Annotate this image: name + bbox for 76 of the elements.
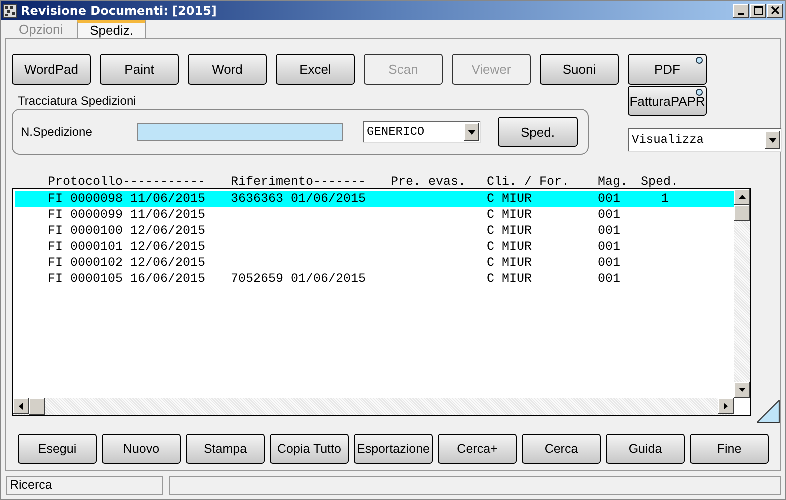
list-cell-text: FI 0000105 16/06/2015 [48,271,207,287]
action-button[interactable]: Guida [606,434,685,464]
list-cell-text: 7052659 01/06/2015 [231,271,368,287]
fattura-button[interactable]: FatturaPAPR [628,86,707,116]
list-row[interactable]: FI 0000105 16/06/2015 7052659 01/06/2015 C MIUR 001 [15,271,734,287]
list-row[interactable]: FI 0000101 12/06/2015 C MIUR 001 [15,239,734,255]
window-title: Revisione Documenti: [2015] [21,4,217,18]
list-cell-text: 001 [598,207,622,223]
sped-button[interactable]: Sped. [498,117,578,147]
maximize-button[interactable] [750,4,766,18]
scroll-thumb[interactable] [29,398,45,415]
status-text: Ricerca [6,476,163,495]
view-dropdown[interactable]: Visualizza [628,128,782,152]
list-row[interactable]: FI 0000098 11/06/2015 3636363 01/06/2015 C MIUR 001 1 [15,191,734,207]
toolbar-button[interactable]: Excel [276,54,355,85]
dropdown[interactable]: GENERICO [363,121,481,143]
column-header: Mag. [598,174,630,188]
list-cell-text: 3636363 01/06/2015 [231,191,368,207]
close-button[interactable] [767,4,783,18]
column-header: Riferimento------- [231,174,368,188]
list-row[interactable]: FI 0000100 12/06/2015 C MIUR 001 [15,223,734,239]
action-button[interactable]: Copia Tutto [270,434,349,464]
action-button[interactable]: Cerca+ [438,434,517,464]
up-arrow-icon [738,195,746,199]
tab[interactable]: Spediz. [77,20,146,38]
list-cell-text: 001 [598,255,622,271]
down-arrow-icon [738,388,746,392]
resize-corner-icon[interactable] [757,400,780,423]
list-cell-text: FI 0000101 12/06/2015 [48,239,207,255]
column-header: Cli. / For. [487,174,571,188]
left-arrow-icon [19,402,23,410]
list-cell-text: 1 [660,191,670,207]
caret-icon [468,130,476,134]
list-cell-text: C MIUR [487,239,534,255]
list-cell-text: FI 0000102 12/06/2015 [48,255,207,271]
column-header: Sped. [641,174,680,188]
list-cell-text: 001 [598,239,622,255]
minimize-icon [738,12,744,14]
list-cell-text: C MIUR [487,191,534,207]
action-button[interactable]: Esegui [18,434,97,464]
list-cell-text: 001 [598,191,622,207]
list-cell-text: C MIUR [487,255,534,271]
action-button[interactable]: Nuovo [102,434,181,464]
right-arrow-icon [724,402,728,410]
maximize-icon [754,6,762,15]
list-cell-text: FI 0000099 11/06/2015 [48,207,207,223]
list-cell-text: 001 [598,223,622,239]
list-cell-text: FI 0000100 12/06/2015 [48,223,207,239]
action-button[interactable]: Cerca [522,434,601,464]
input-field[interactable] [137,123,343,141]
field-label: N.Spedizione [21,125,94,139]
vertical-scrollbar[interactable] [734,189,750,398]
list-cell-text: FI 0000098 11/06/2015 [48,191,207,207]
minimize-button[interactable] [733,4,749,18]
list-row[interactable]: FI 0000102 12/06/2015 C MIUR 001 [15,255,734,271]
column-header: Protocollo----------- [48,174,207,188]
column-header: Pre. evas. [391,174,468,188]
action-button[interactable]: Stampa [186,434,265,464]
action-button[interactable]: Esportazione [354,434,433,464]
toolbar-button[interactable]: Paint [100,54,179,85]
list-cell-text: C MIUR [487,271,534,287]
list-row[interactable]: FI 0000099 11/06/2015 C MIUR 001 [15,207,734,223]
close-icon [770,6,780,15]
caret-icon [768,138,776,142]
toolbar-button[interactable]: Suoni [540,54,619,85]
list-cell-text: 001 [598,271,622,287]
toolbar-button[interactable]: WordPad [12,54,91,85]
list-cell-text: C MIUR [487,207,534,223]
horizontal-scrollbar[interactable] [13,398,734,415]
toolbar-button[interactable]: Word [188,54,267,85]
scroll-thumb[interactable] [734,205,750,221]
list-cell-text: C MIUR [487,223,534,239]
action-button[interactable]: Fine [690,434,769,464]
group-title: Tracciatura Spedizioni [18,94,138,108]
toolbar-button[interactable]: PDF [628,54,707,85]
grid-icon [3,4,17,18]
